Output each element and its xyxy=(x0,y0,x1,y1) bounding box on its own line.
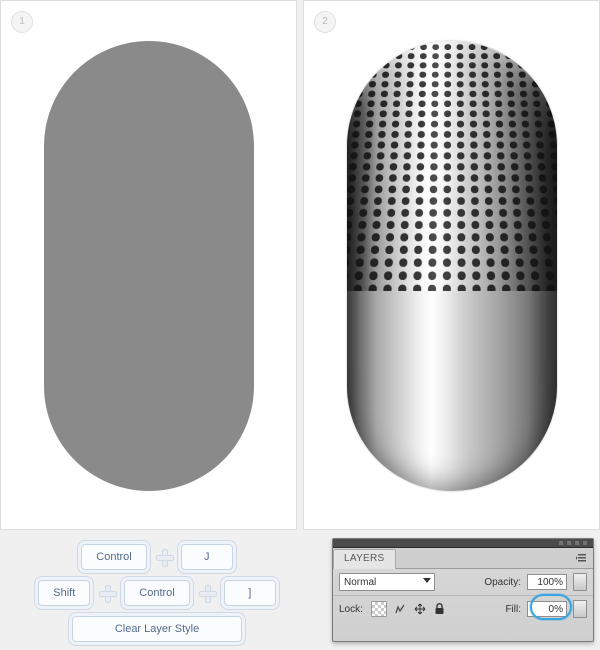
key-bracket[interactable]: ] xyxy=(224,580,276,606)
shortcut-row: Control J xyxy=(81,544,232,570)
opacity-label: Opacity: xyxy=(484,577,521,588)
stage-1: 1 xyxy=(0,0,297,530)
blend-opacity-row: Normal Opacity: 100% xyxy=(333,569,593,596)
lock-buttons xyxy=(371,601,447,617)
lock-fill-row: Lock: Fill: 0% xyxy=(333,596,593,622)
key-control[interactable]: Control xyxy=(124,580,189,606)
opacity-value: 100% xyxy=(537,577,563,588)
blend-mode-select[interactable]: Normal xyxy=(339,573,435,591)
layers-panel: LAYERS Normal Opacity: 100% Lock: xyxy=(332,538,594,642)
tab-layers[interactable]: LAYERS xyxy=(333,549,396,569)
capsule-flat-shape xyxy=(44,41,254,491)
key-j[interactable]: J xyxy=(181,544,233,570)
shortcut-row: Shift Control ] xyxy=(38,580,275,606)
key-control[interactable]: Control xyxy=(81,544,146,570)
stage-badge: 2 xyxy=(314,11,336,33)
lock-transparency-icon[interactable] xyxy=(371,601,387,617)
lock-image-icon[interactable] xyxy=(393,602,407,616)
panel-tabs: LAYERS xyxy=(333,548,593,569)
panel-dock-strip[interactable] xyxy=(333,539,593,548)
hamburger-icon xyxy=(576,553,588,563)
plus-icon xyxy=(198,584,216,602)
mesh-zone xyxy=(347,41,557,291)
stage-2: 2 xyxy=(303,0,600,530)
stage-badge: 1 xyxy=(11,11,33,33)
lock-position-icon[interactable] xyxy=(413,602,427,616)
key-shift[interactable]: Shift xyxy=(38,580,90,606)
plus-icon xyxy=(155,548,173,566)
fill-label: Fill: xyxy=(505,604,521,615)
chevron-down-icon xyxy=(423,578,431,583)
blend-mode-value: Normal xyxy=(344,577,376,588)
opacity-stepper[interactable] xyxy=(573,573,587,591)
plus-icon xyxy=(98,584,116,602)
clear-layer-style-button[interactable]: Clear Layer Style xyxy=(72,616,242,642)
lock-label: Lock: xyxy=(339,604,363,615)
fill-stepper[interactable] xyxy=(573,600,587,618)
mesh-shading xyxy=(347,41,557,291)
fill-input[interactable]: 0% xyxy=(527,601,567,617)
lock-all-icon[interactable] xyxy=(433,602,447,616)
panel-menu-button[interactable] xyxy=(571,548,593,568)
keyboard-shortcuts: Control J Shift Control ] Clear Layer St… xyxy=(6,538,308,642)
shortcut-row: Clear Layer Style xyxy=(72,616,242,642)
capsule-metal-shape xyxy=(347,41,557,491)
opacity-input[interactable]: 100% xyxy=(527,574,567,590)
fill-value: 0% xyxy=(549,604,563,615)
